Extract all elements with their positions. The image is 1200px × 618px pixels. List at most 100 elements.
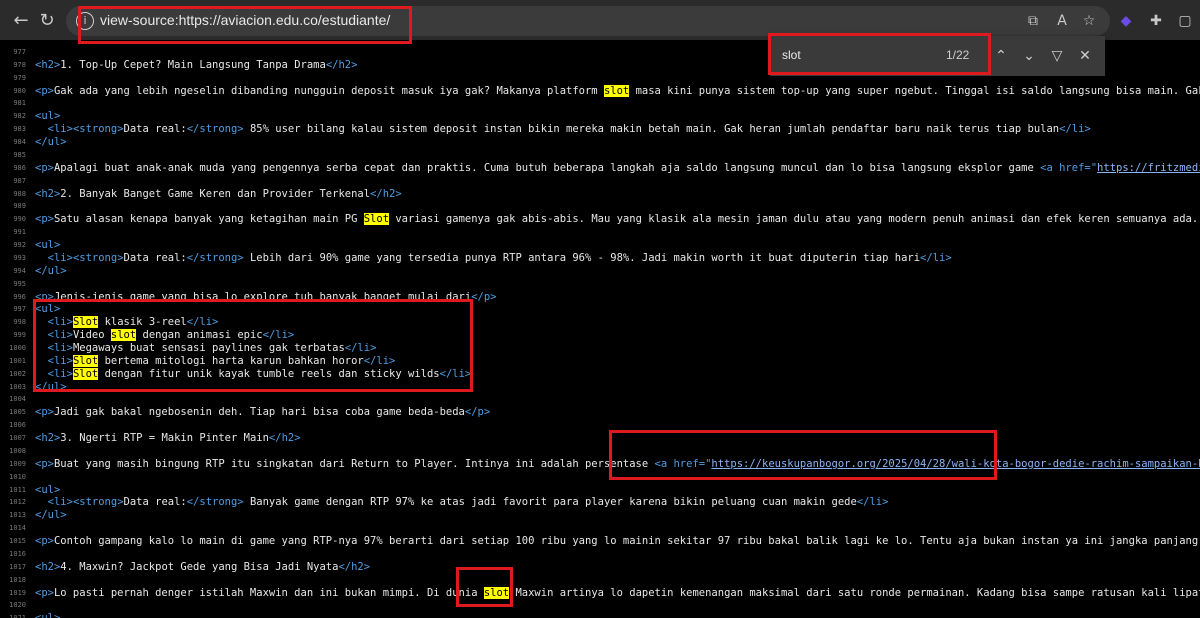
source-line: <p>Apalagi buat anak-anak muda yang peng… [35, 162, 1200, 175]
source-text: 3. Ngerti RTP = Makin Pinter Main [60, 432, 269, 445]
line-number: 986 [13, 163, 26, 172]
search-highlight: Slot [363, 213, 390, 226]
source-text: </h2> [370, 187, 402, 200]
annotation-box-url [78, 6, 412, 44]
source-line: <p>Satu alasan kenapa banyak yang ketagi… [35, 213, 1200, 226]
annotation-box-link [609, 430, 997, 480]
line-number: 991 [13, 228, 26, 237]
source-text [35, 252, 48, 264]
source-line: <p>Lo pasti pernah denger istilah Maxwin… [35, 586, 1200, 600]
source-text: <p> [35, 535, 54, 548]
line-number: 987 [13, 176, 26, 185]
source-text: <li><strong> [47, 496, 124, 509]
source-line: <h2>1. Top-Up Cepet? Main Langsung Tanpa… [35, 59, 357, 72]
source-line: </ul> [35, 136, 67, 149]
source-text: <p> [35, 213, 54, 226]
source-text: </strong> [186, 251, 244, 264]
source-line: <li><strong>Data real:</strong> 85% user… [35, 123, 1091, 136]
source-text: <ul> [35, 239, 61, 252]
source-text: <h2> [35, 432, 61, 445]
source-text: Jadi gak bakal ngebosenin deh. Tiap hari… [53, 406, 465, 419]
extension-icon[interactable]: ◆ [1117, 12, 1135, 30]
source-text: </h2> [325, 58, 358, 71]
line-number: 988 [13, 189, 26, 198]
source-text: <p> [35, 457, 54, 470]
line-number: 978 [13, 60, 26, 69]
source-text: <li><strong> [47, 251, 124, 264]
translate-icon[interactable]: ⧉ [1024, 12, 1042, 30]
source-text: Banyak game dengan RTP 97% ke atas jadi … [243, 496, 857, 509]
previous-match-icon[interactable]: ⌃ [992, 47, 1010, 65]
source-line: </ul> [35, 265, 67, 278]
source-text: Buat yang masih bingung RTP itu singkata… [53, 457, 655, 470]
line-number: 989 [13, 202, 26, 211]
source-text: <h2> [35, 187, 61, 200]
favorite-icon[interactable]: ☆ [1080, 12, 1098, 30]
source-text: 2. Banyak Banget Game Keren dan Provider… [60, 187, 371, 200]
source-text: </ul> [35, 136, 67, 149]
line-number: 1001 [9, 356, 26, 365]
source-link[interactable]: https://fritzmedia.it/web [1097, 162, 1200, 174]
search-highlight: slot [603, 84, 630, 97]
source-text: </li> [1059, 123, 1091, 136]
line-number: 977 [13, 48, 26, 56]
line-number: 1003 [9, 382, 26, 391]
source-line: </ul> [35, 509, 67, 522]
source-text: Maxwin artinya lo dapetin kemenangan mak… [509, 586, 1200, 599]
source-text: </p> [471, 290, 497, 303]
source-text: Apalagi buat anak-anak muda yang pengenn… [53, 161, 1041, 174]
source-text: <li><strong> [47, 123, 124, 136]
source-text: <ul> [35, 110, 61, 123]
back-icon[interactable]: ← [8, 8, 34, 34]
source-text: Data real: [123, 496, 187, 509]
line-number: 1014 [9, 524, 26, 533]
line-number: 1009 [9, 459, 26, 468]
source-text: Gak ada yang lebih ngeselin dibanding nu… [53, 84, 604, 97]
refresh-icon[interactable]: ↻ [34, 8, 60, 34]
next-match-icon[interactable]: ⌄ [1020, 47, 1038, 65]
line-number: 1019 [9, 588, 26, 597]
read-aloud-icon[interactable]: A [1053, 12, 1071, 30]
line-number: 981 [13, 99, 26, 108]
source-text: 85% user bilang kalau sistem deposit ins… [243, 123, 1060, 136]
line-number: 993 [13, 253, 26, 262]
line-number: 992 [13, 241, 26, 250]
line-number: 996 [13, 292, 26, 301]
source-text: </li> [856, 496, 889, 509]
source-line: <p>Jadi gak bakal ngebosenin deh. Tiap h… [35, 406, 490, 419]
line-number: 1005 [9, 408, 26, 417]
line-number: 1004 [9, 395, 26, 404]
source-text: </strong> [186, 496, 244, 509]
line-number: 979 [13, 73, 26, 82]
source-line: <ul> [35, 239, 60, 252]
source-text: Data real: [123, 123, 187, 136]
line-number: 985 [13, 150, 26, 159]
source-line: <ul> [35, 484, 60, 497]
source-line: <li><strong>Data real:</strong> Banyak g… [35, 496, 889, 509]
line-number: 1017 [9, 562, 26, 571]
source-text: Data real: [123, 251, 187, 264]
source-text: Contoh gampang kalo lo main di game yang… [53, 535, 1200, 548]
line-number: 1020 [9, 601, 26, 610]
line-number: 995 [13, 279, 26, 288]
source-text: <ul> [35, 612, 60, 618]
source-text [35, 123, 48, 135]
line-number: 1002 [9, 369, 26, 378]
line-number: 1007 [9, 434, 26, 443]
line-number: 1021 [0, 614, 26, 618]
source-line: <li><strong>Data real:</strong> Lebih da… [35, 252, 952, 265]
source-text: Satu alasan kenapa banyak yang ketagihan… [53, 213, 364, 226]
line-number: 1010 [9, 472, 26, 481]
puzzle-icon[interactable]: ✚ [1147, 12, 1165, 30]
line-number: 997 [13, 305, 26, 314]
line-number: 1000 [9, 344, 26, 352]
source-line: <h2>3. Ngerti RTP = Makin Pinter Main</h… [35, 432, 301, 445]
source-text: </ul> [35, 264, 67, 277]
source-text: </strong> [186, 123, 244, 136]
source-text: <p> [35, 406, 54, 419]
source-text: <a href=" [1040, 161, 1098, 174]
split-icon[interactable]: ▢ [1176, 12, 1194, 30]
close-find-icon[interactable]: ✕ [1076, 47, 1094, 65]
filter-icon[interactable]: ▽ [1048, 47, 1066, 65]
line-number: 999 [13, 331, 26, 340]
